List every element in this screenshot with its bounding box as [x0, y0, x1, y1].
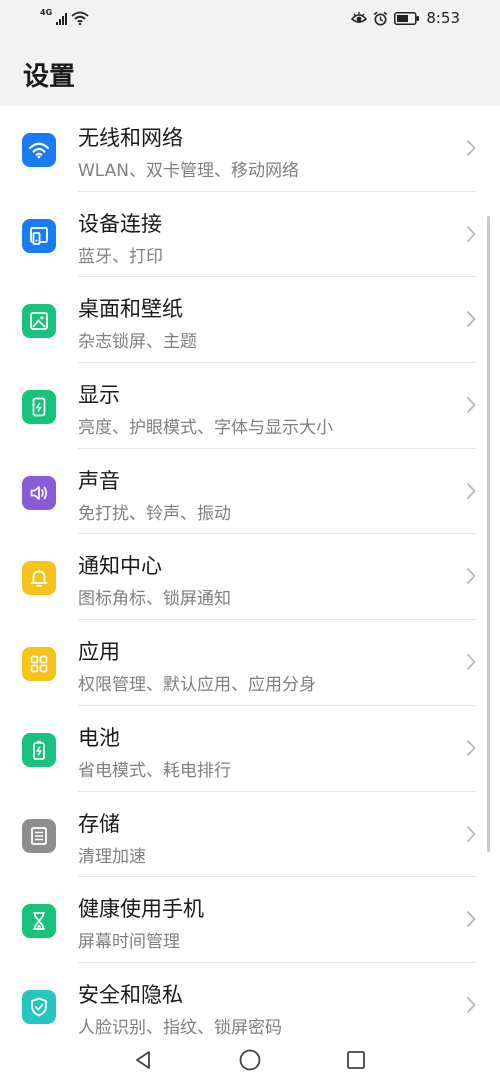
settings-item-subtitle: 免打扰、铃声、振动: [78, 503, 231, 524]
status-right: 8:53: [351, 9, 460, 27]
alarm-icon: [374, 11, 388, 25]
chevron-right-icon: [466, 139, 476, 157]
back-icon: [136, 1051, 150, 1069]
settings-item-subtitle: WLAN、双卡管理、移动网络: [78, 161, 300, 181]
back-button[interactable]: [127, 1044, 159, 1076]
settings-item-subtitle: 权限管理、默认应用、应用分身: [78, 675, 316, 696]
page-title: 设置: [23, 62, 76, 92]
header: 设置: [0, 38, 500, 106]
settings-item-title: 显示: [78, 383, 120, 408]
settings-item-subtitle: 人脸识别、指纹、锁屏密码: [78, 1017, 282, 1036]
display-icon: [22, 390, 56, 425]
settings-item-device-connection[interactable]: 设备连接 蓝牙、打印: [0, 192, 500, 278]
chevron-right-icon: [466, 225, 476, 242]
settings-item-display[interactable]: 显示 亮度、护眼模式、字体与显示大小: [0, 363, 500, 449]
settings-item-title: 通知中心: [78, 554, 162, 579]
eye-comfort-icon: [351, 12, 368, 23]
settings-item-notifications[interactable]: 通知中心 图标角标、锁屏通知: [0, 534, 500, 621]
settings-item-title: 健康使用手机: [78, 897, 204, 922]
sound-icon: [22, 475, 56, 510]
chevron-right-icon: [466, 739, 476, 756]
signal-icon: [56, 13, 68, 25]
device-connection-icon: [22, 218, 56, 253]
wifi-icon: [22, 133, 56, 167]
chevron-right-icon: [466, 482, 476, 499]
battery-icon: [394, 11, 420, 25]
shield-icon: [22, 989, 56, 1024]
settings-item-title: 声音: [78, 468, 120, 493]
settings-item-subtitle: 蓝牙、打印: [78, 246, 163, 267]
home-icon: [239, 1049, 261, 1071]
navigation-bar: [0, 1036, 500, 1084]
chevron-right-icon: [466, 311, 476, 328]
settings-item-subtitle: 亮度、护眼模式、字体与显示大小: [78, 418, 333, 439]
settings-item-security-privacy[interactable]: 安全和隐私 人脸识别、指纹、锁屏密码: [0, 963, 500, 1036]
settings-item-subtitle: 杂志锁屏、主题: [78, 332, 197, 353]
apps-icon: [22, 647, 56, 682]
settings-item-battery[interactable]: 电池 省电模式、耗电排行: [0, 706, 500, 792]
status-time: 8:53: [426, 9, 460, 27]
recents-icon: [347, 1051, 365, 1069]
settings-item-title: 应用: [78, 640, 120, 665]
settings-item-apps[interactable]: 应用 权限管理、默认应用、应用分身: [0, 620, 500, 706]
settings-item-subtitle: 清理加速: [78, 846, 146, 867]
settings-item-storage[interactable]: 存储 清理加速: [0, 792, 500, 878]
wifi-icon: [71, 11, 89, 25]
settings-item-subtitle: 省电模式、耗电排行: [78, 760, 231, 781]
chevron-right-icon: [466, 568, 476, 585]
settings-item-wireless-network[interactable]: 无线和网络 WLAN、双卡管理、移动网络: [0, 106, 500, 192]
status-bar: 4G 8:53: [0, 0, 500, 38]
settings-item-subtitle: 图标角标、锁屏通知: [78, 589, 231, 610]
bell-icon: [22, 561, 56, 596]
wallpaper-icon: [22, 304, 56, 339]
settings-item-digital-balance[interactable]: 健康使用手机 屏幕时间管理: [0, 877, 500, 963]
scrollbar[interactable]: [487, 216, 490, 852]
settings-item-title: 无线和网络: [78, 126, 183, 150]
settings-item-sound[interactable]: 声音 免打扰、铃声、振动: [0, 449, 500, 535]
settings-item-subtitle: 屏幕时间管理: [78, 932, 180, 953]
settings-list[interactable]: 无线和网络 WLAN、双卡管理、移动网络 设备连接 蓝牙、打印 桌面和壁纸 杂志…: [0, 106, 500, 1036]
settings-item-title: 存储: [78, 811, 120, 836]
settings-item-title: 设备连接: [78, 211, 162, 236]
chevron-right-icon: [466, 996, 476, 1013]
storage-icon: [22, 818, 56, 853]
chevron-right-icon: [466, 654, 476, 671]
status-left: 4G: [40, 9, 89, 25]
hourglass-icon: [22, 904, 56, 939]
settings-item-title: 安全和隐私: [78, 982, 183, 1007]
battery-icon: [22, 732, 56, 767]
chevron-right-icon: [466, 911, 476, 928]
settings-item-title: 桌面和壁纸: [78, 297, 183, 322]
settings-item-title: 电池: [78, 725, 120, 750]
chevron-right-icon: [466, 396, 476, 414]
network-type-label: 4G: [40, 8, 53, 17]
settings-item-home-wallpaper[interactable]: 桌面和壁纸 杂志锁屏、主题: [0, 277, 500, 364]
chevron-right-icon: [466, 825, 476, 842]
home-button[interactable]: [234, 1044, 266, 1076]
recents-button[interactable]: [340, 1044, 372, 1076]
